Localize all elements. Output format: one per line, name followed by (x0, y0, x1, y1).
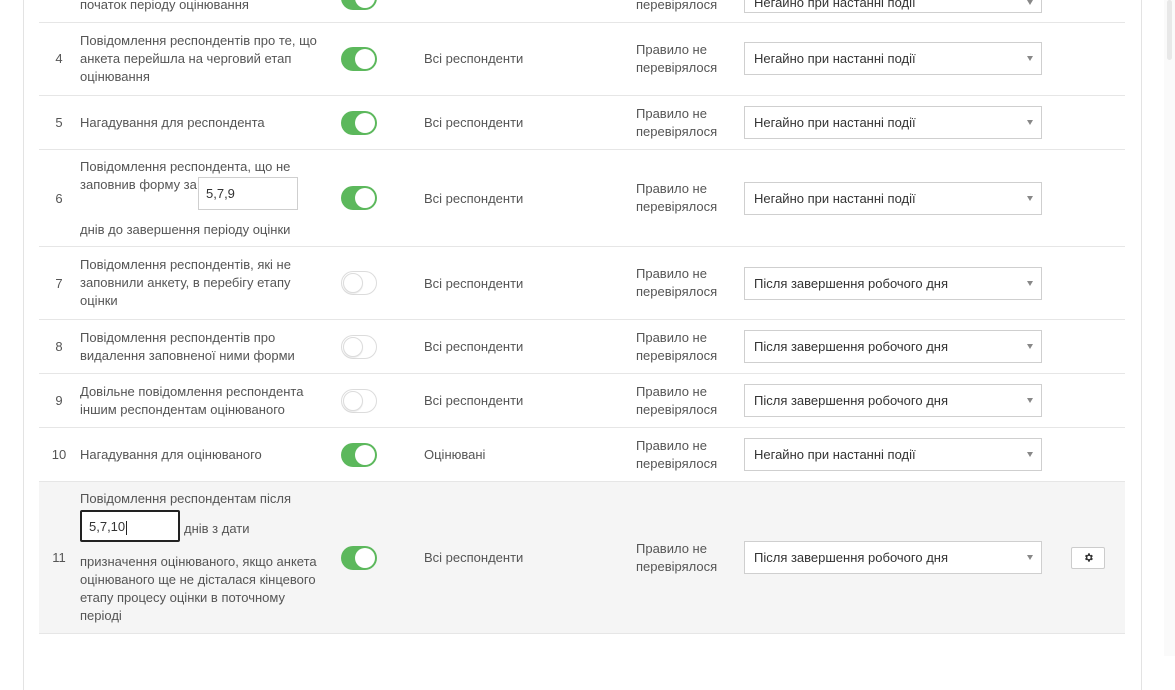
rule-status: Правило не перевірялося (636, 105, 718, 139)
timing-select[interactable]: Після завершення робочого дня (744, 541, 1042, 574)
rule-status: Правило не перевірялося (636, 266, 718, 299)
timing-select-value: Негайно при настанні події (754, 447, 916, 462)
rule-name: Повідомлення респондентів, які не заповн… (80, 257, 291, 308)
timing-select-value: Після завершення робочого дня (754, 339, 949, 354)
table-row: 9 Довільне повідомлення респондента інши… (39, 374, 1125, 428)
rule-recipients: Всі респонденти (424, 393, 524, 408)
rule-status: Правило не перевірялося (636, 181, 718, 214)
rule-name: Довільне повідомлення респондента іншим … (80, 383, 304, 417)
caret-down-icon (1027, 120, 1033, 125)
caret-down-icon (1027, 280, 1033, 286)
toggle-knob (355, 188, 375, 208)
rule-status: Правило не перевірялося (636, 329, 718, 363)
row-number: 6 (55, 190, 63, 206)
caret-down-icon (1027, 398, 1033, 403)
timing-select[interactable]: Негайно при настанні події (744, 106, 1042, 139)
table-row: 6 Повідомлення респондента, що не заповн… (39, 150, 1125, 247)
toggle-knob (355, 444, 375, 465)
table-row-selected: 11 Повідомлення респондентам після 5,7,1… (39, 482, 1125, 634)
rule-name: Нагадування для респондента (80, 114, 265, 130)
rule-status: Правило не перевірялося (636, 383, 718, 417)
scrollbar-thumb[interactable] (1167, 0, 1172, 60)
timing-select-value: Негайно при настанні події (754, 51, 916, 66)
rule-name: початок періоду оцінювання (80, 0, 249, 12)
row-number: 10 (51, 447, 67, 462)
row-number: 4 (55, 51, 63, 66)
toggle-knob (355, 0, 375, 8)
settings-button[interactable] (1071, 546, 1105, 569)
rule-recipients: Всі респонденти (424, 115, 524, 130)
rule-toggle[interactable] (341, 271, 377, 295)
timing-select-value: Після завершення робочого дня (754, 275, 949, 291)
caret-down-icon (1027, 56, 1033, 61)
rule-recipients: Всі респонденти (424, 190, 524, 206)
page-scrollbar[interactable] (1164, 0, 1175, 656)
rule-toggle[interactable] (341, 334, 377, 359)
gear-icon (1084, 553, 1093, 562)
table-row: 8 Повідомлення респондентів про видаленн… (39, 320, 1125, 374)
rule-toggle[interactable] (341, 0, 377, 10)
timing-select-value: Негайно при настанні події (754, 190, 916, 206)
timing-select[interactable]: Після завершення робочого дня (744, 384, 1042, 417)
timing-select-value: Після завершення робочого дня (754, 393, 949, 408)
timing-select-value: Після завершення робочого дня (754, 550, 949, 565)
rule-status: Правило не перевірялося (636, 0, 718, 12)
text-caret (126, 520, 128, 535)
row-number: 8 (55, 339, 63, 354)
row-number: 11 (52, 550, 66, 565)
table-row: 7 Повідомлення респондентів, які не запо… (39, 247, 1125, 320)
timing-select[interactable]: Після завершення робочого дня (744, 266, 1042, 300)
rule-recipients: Всі респонденти (424, 550, 524, 565)
rule-toggle[interactable] (341, 110, 377, 135)
timing-select[interactable]: Негайно при настанні події (744, 0, 1042, 13)
rule-recipients: Всі респонденти (424, 339, 524, 354)
timing-select[interactable]: Негайно при настанні події (744, 181, 1042, 215)
rule-name-suffix: призначення оцінюваного, якщо анкета оці… (80, 554, 317, 623)
toggle-knob (355, 112, 375, 133)
rule-status: Правило не перевірялося (636, 41, 718, 75)
caret-down-icon (1027, 344, 1033, 349)
caret-down-icon (1027, 555, 1033, 560)
row-number: 9 (55, 393, 63, 408)
rule-name: Повідомлення респондентів про видалення … (80, 329, 295, 363)
toggle-knob (343, 336, 363, 357)
rule-name-mid: днів з дати (184, 521, 250, 536)
rule-recipients: Всі респонденти (424, 275, 524, 291)
rule-recipients: Всі респонденти (424, 51, 524, 66)
timing-select[interactable]: Після завершення робочого дня (744, 330, 1042, 363)
rule-name: Нагадування для оцінюваного (80, 446, 262, 462)
timing-select-value: Негайно при настанні події (754, 115, 916, 130)
table-row: 4 Повідомлення респондентів про те, що а… (39, 22, 1125, 96)
row-number: 7 (55, 275, 63, 291)
caret-down-icon (1027, 0, 1033, 5)
rule-toggle[interactable] (341, 545, 377, 570)
timing-select-value: Негайно при настанні події (754, 0, 916, 10)
toggle-knob (343, 273, 363, 293)
days-input[interactable]: 5,7,10 (80, 510, 180, 542)
row-number: 5 (55, 115, 63, 130)
caret-down-icon (1027, 195, 1033, 201)
toggle-knob (343, 390, 363, 411)
days-input[interactable]: 5,7,9 (198, 177, 298, 210)
rule-status: Правило не перевірялося (636, 437, 718, 471)
toggle-knob (355, 547, 375, 568)
rule-toggle[interactable] (341, 388, 377, 413)
toggle-knob (355, 48, 375, 69)
rule-toggle[interactable] (341, 186, 377, 210)
rule-toggle[interactable] (341, 46, 377, 71)
rule-name-suffix: днів до завершення періоду оцінки (80, 222, 291, 237)
table-row: 5 Нагадування для респондента Всі респон… (39, 96, 1125, 150)
table-row: 10 Нагадування для оцінюваного Оцінювані… (39, 428, 1125, 482)
rule-name: Повідомлення респондентів про те, що анк… (80, 32, 317, 84)
rule-status: Правило не перевірялося (636, 540, 718, 574)
timing-select[interactable]: Негайно при настанні події (744, 42, 1042, 75)
rule-toggle[interactable] (341, 442, 377, 467)
caret-down-icon (1027, 452, 1033, 457)
timing-select[interactable]: Негайно при настанні події (744, 438, 1042, 471)
rule-recipients: Оцінювані (424, 447, 486, 462)
rule-name: Повідомлення респондентам після (80, 491, 291, 506)
table-row: початок періоду оцінювання Правило не пе… (39, 0, 1125, 23)
